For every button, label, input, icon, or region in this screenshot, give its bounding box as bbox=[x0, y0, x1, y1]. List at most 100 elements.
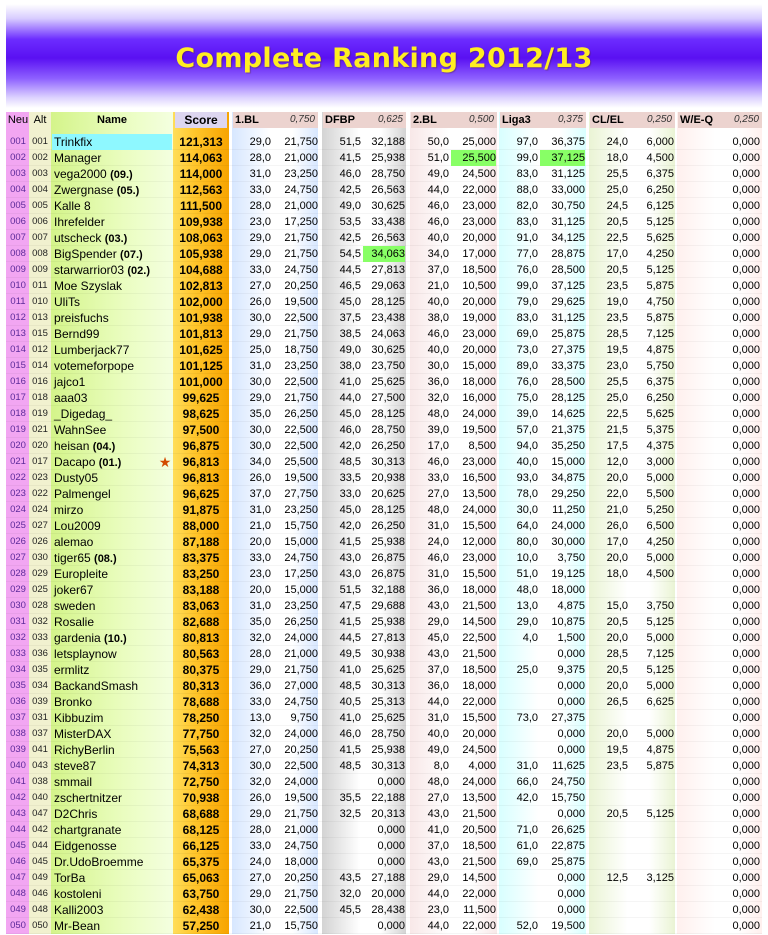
liga3-points: 52,0 bbox=[516, 920, 538, 932]
clel-weighted: 5,875 bbox=[646, 312, 674, 324]
weq-weighted: 0,000 bbox=[732, 920, 760, 932]
dfbp-points: 49,0 bbox=[339, 200, 361, 212]
weq-weighted: 0,000 bbox=[732, 552, 760, 564]
clel-weighted: 6,625 bbox=[646, 696, 674, 708]
rank-old: 015 bbox=[32, 328, 48, 339]
header-group-label: 1.BL bbox=[235, 114, 259, 126]
player-name: Lou2009 bbox=[54, 519, 101, 533]
liga3-weighted: 0,000 bbox=[557, 872, 585, 884]
player-score: 66,125 bbox=[182, 839, 220, 853]
dfbp-points: 41,5 bbox=[339, 536, 361, 548]
rank-new: 048 bbox=[10, 888, 26, 899]
player-name: aaa03 bbox=[54, 391, 88, 405]
liga3-weighted: 14,625 bbox=[551, 408, 585, 420]
player-score: 111,500 bbox=[179, 199, 223, 213]
bl2-weighted: 22,500 bbox=[462, 632, 496, 644]
liga3-weighted: 15,000 bbox=[551, 456, 585, 468]
clel-points bbox=[590, 790, 628, 806]
player-score: 57,250 bbox=[182, 919, 220, 933]
clel-points bbox=[590, 886, 628, 902]
player-name: jajco1 bbox=[54, 375, 86, 389]
player-score: 74,313 bbox=[182, 759, 220, 773]
bl2-points: 44,0 bbox=[427, 184, 449, 196]
bl2-weighted: 20,000 bbox=[462, 232, 496, 244]
dfbp-points: 46,0 bbox=[339, 168, 361, 180]
bl2-points: 43,0 bbox=[427, 856, 449, 868]
liga3-weighted: 29,250 bbox=[551, 488, 585, 500]
dfbp-points: 46,0 bbox=[339, 728, 361, 740]
clel-points: 19,0 bbox=[606, 296, 628, 308]
dfbp-weighted: 27,500 bbox=[371, 392, 405, 404]
liga3-weighted: 26,625 bbox=[551, 824, 585, 836]
bl2-points: 49,0 bbox=[427, 168, 449, 180]
weq-weighted: 0,000 bbox=[732, 728, 760, 740]
bl1-points: 26,0 bbox=[249, 296, 271, 308]
bl2-points: 44,0 bbox=[427, 696, 449, 708]
bl2-weighted: 15,500 bbox=[462, 712, 496, 724]
bl1-points: 30,0 bbox=[249, 376, 271, 388]
bl1-points: 33,0 bbox=[249, 840, 271, 852]
rank-old: 038 bbox=[32, 776, 48, 787]
player-score: 96,875 bbox=[182, 439, 220, 453]
player-tag: (03.) bbox=[104, 233, 128, 245]
liga3-weighted: 27,375 bbox=[551, 344, 585, 356]
clel-points: 26,0 bbox=[606, 520, 628, 532]
liga3-weighted: 0,000 bbox=[557, 744, 585, 756]
bl2-points: 37,0 bbox=[427, 840, 449, 852]
bl2-points: 21,0 bbox=[427, 280, 449, 292]
player-score: 80,563 bbox=[182, 647, 220, 661]
liga3-points: 64,0 bbox=[516, 520, 538, 532]
liga3-points: 61,0 bbox=[516, 840, 538, 852]
dfbp-points: 40,5 bbox=[339, 696, 361, 708]
bl2-weighted: 18,500 bbox=[462, 840, 496, 852]
bl1-points: 28,0 bbox=[249, 200, 271, 212]
player-name: BackandSmash bbox=[54, 679, 139, 693]
clel-weighted: 3,000 bbox=[646, 456, 674, 468]
clel-points: 23,5 bbox=[606, 280, 628, 292]
liga3-weighted: 11,250 bbox=[552, 504, 585, 516]
rank-old: 043 bbox=[32, 760, 48, 771]
bl1-points: 35,0 bbox=[249, 408, 271, 420]
rank-old: 032 bbox=[32, 616, 48, 627]
liga3-points: 71,0 bbox=[516, 824, 538, 836]
rank-old: 001 bbox=[32, 136, 48, 147]
weq-weighted: 0,000 bbox=[732, 408, 760, 420]
rank-old: 031 bbox=[32, 712, 48, 723]
bl2-weighted: 22,000 bbox=[462, 184, 496, 196]
dfbp-weighted: 25,625 bbox=[371, 664, 405, 676]
liga3-weighted: 15,750 bbox=[551, 792, 585, 804]
clel-points: 23,5 bbox=[606, 312, 628, 324]
player-name: BigSpender (07.) bbox=[54, 247, 143, 261]
bl1-weighted: 24,000 bbox=[284, 776, 318, 788]
dfbp-points: 41,0 bbox=[339, 664, 361, 676]
liga3-points bbox=[500, 678, 538, 694]
liga3-weighted: 27,375 bbox=[551, 712, 585, 724]
dfbp-weighted: 20,313 bbox=[371, 808, 405, 820]
liga3-weighted: 1,500 bbox=[557, 632, 585, 644]
weq-weighted: 0,000 bbox=[732, 152, 760, 164]
bl1-weighted: 22,500 bbox=[284, 760, 318, 772]
liga3-weighted: 34,875 bbox=[551, 472, 585, 484]
player-score: 88,000 bbox=[182, 519, 220, 533]
player-score: 104,688 bbox=[179, 263, 223, 277]
dfbp-weighted: 26,875 bbox=[371, 552, 405, 564]
dfbp-weighted: 32,188 bbox=[371, 136, 405, 148]
player-name: Trinkfix bbox=[52, 134, 172, 150]
clel-points: 20,5 bbox=[606, 808, 628, 820]
dfbp-points: 44,0 bbox=[339, 392, 361, 404]
liga3-weighted: 28,500 bbox=[551, 376, 585, 388]
rank-new: 027 bbox=[10, 552, 26, 563]
player-name: sweden bbox=[54, 599, 96, 613]
clel-points: 20,0 bbox=[606, 472, 628, 484]
liga3-points: 73,0 bbox=[516, 712, 538, 724]
header-group-weight: 0,625 bbox=[377, 114, 403, 125]
liga3-weighted: 4,875 bbox=[557, 600, 585, 612]
rank-old: 024 bbox=[32, 504, 48, 515]
clel-weighted: 3,750 bbox=[646, 600, 674, 612]
weq-weighted: 0,000 bbox=[732, 424, 760, 436]
dfbp-points: 42,5 bbox=[339, 232, 361, 244]
player-name: kostoleni bbox=[54, 887, 102, 901]
bl2-weighted: 24,000 bbox=[462, 408, 496, 420]
liga3-points: 30,0 bbox=[516, 504, 538, 516]
player-name: chartgranate bbox=[54, 823, 122, 837]
